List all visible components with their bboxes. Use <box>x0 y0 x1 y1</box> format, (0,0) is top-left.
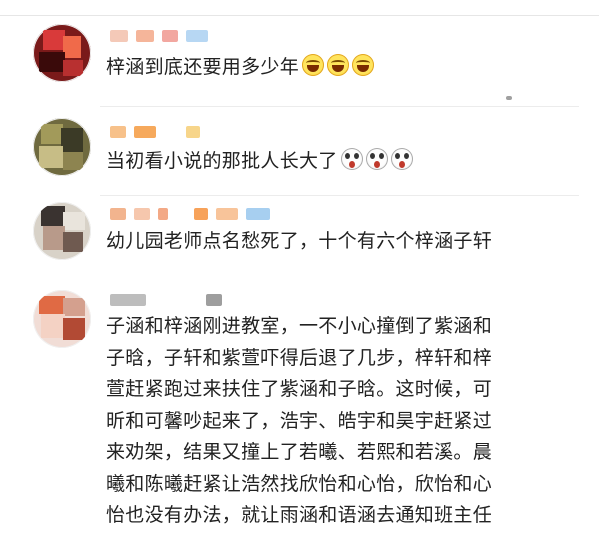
avatar[interactable] <box>33 202 91 260</box>
avatar[interactable] <box>33 290 91 348</box>
comment-text: 当初看小说的那批人长大了 <box>106 146 583 178</box>
comment-item: 幼儿园老师点名愁死了，十个有六个梓涵子轩 <box>0 196 599 276</box>
comment-text: 梓涵到底还要用多少年 <box>106 52 583 84</box>
shocked-face-emoji <box>340 148 363 170</box>
username-blurred[interactable] <box>110 28 208 44</box>
laughing-crying-emoji <box>327 54 350 76</box>
avatar[interactable] <box>33 24 91 82</box>
top-divider <box>0 15 599 16</box>
username-blurred[interactable] <box>110 124 200 140</box>
more-indicator <box>506 96 512 100</box>
laughing-crying-emoji <box>302 54 325 76</box>
separator <box>100 106 579 107</box>
comment-item: 当初看小说的那批人长大了 <box>0 112 599 192</box>
comment-text: 子涵和梓涵刚进教室，一不小心撞倒了紫涵和 子晗，子轩和紫萱吓得后退了几步，梓轩和… <box>106 315 493 526</box>
shocked-face-emoji <box>365 148 388 170</box>
laughing-crying-emoji <box>352 54 375 76</box>
comment-text: 幼儿园老师点名愁死了，十个有六个梓涵子轩 <box>106 230 493 252</box>
avatar[interactable] <box>33 118 91 176</box>
shocked-face-emoji <box>390 148 413 170</box>
comment-item: 子涵和梓涵刚进教室，一不小心撞倒了紫涵和 子晗，子轩和紫萱吓得后退了几步，梓轩和… <box>0 286 599 541</box>
username-blurred[interactable] <box>110 206 270 222</box>
username-blurred[interactable] <box>110 292 222 308</box>
comment-item: 梓涵到底还要用多少年 <box>0 20 599 100</box>
